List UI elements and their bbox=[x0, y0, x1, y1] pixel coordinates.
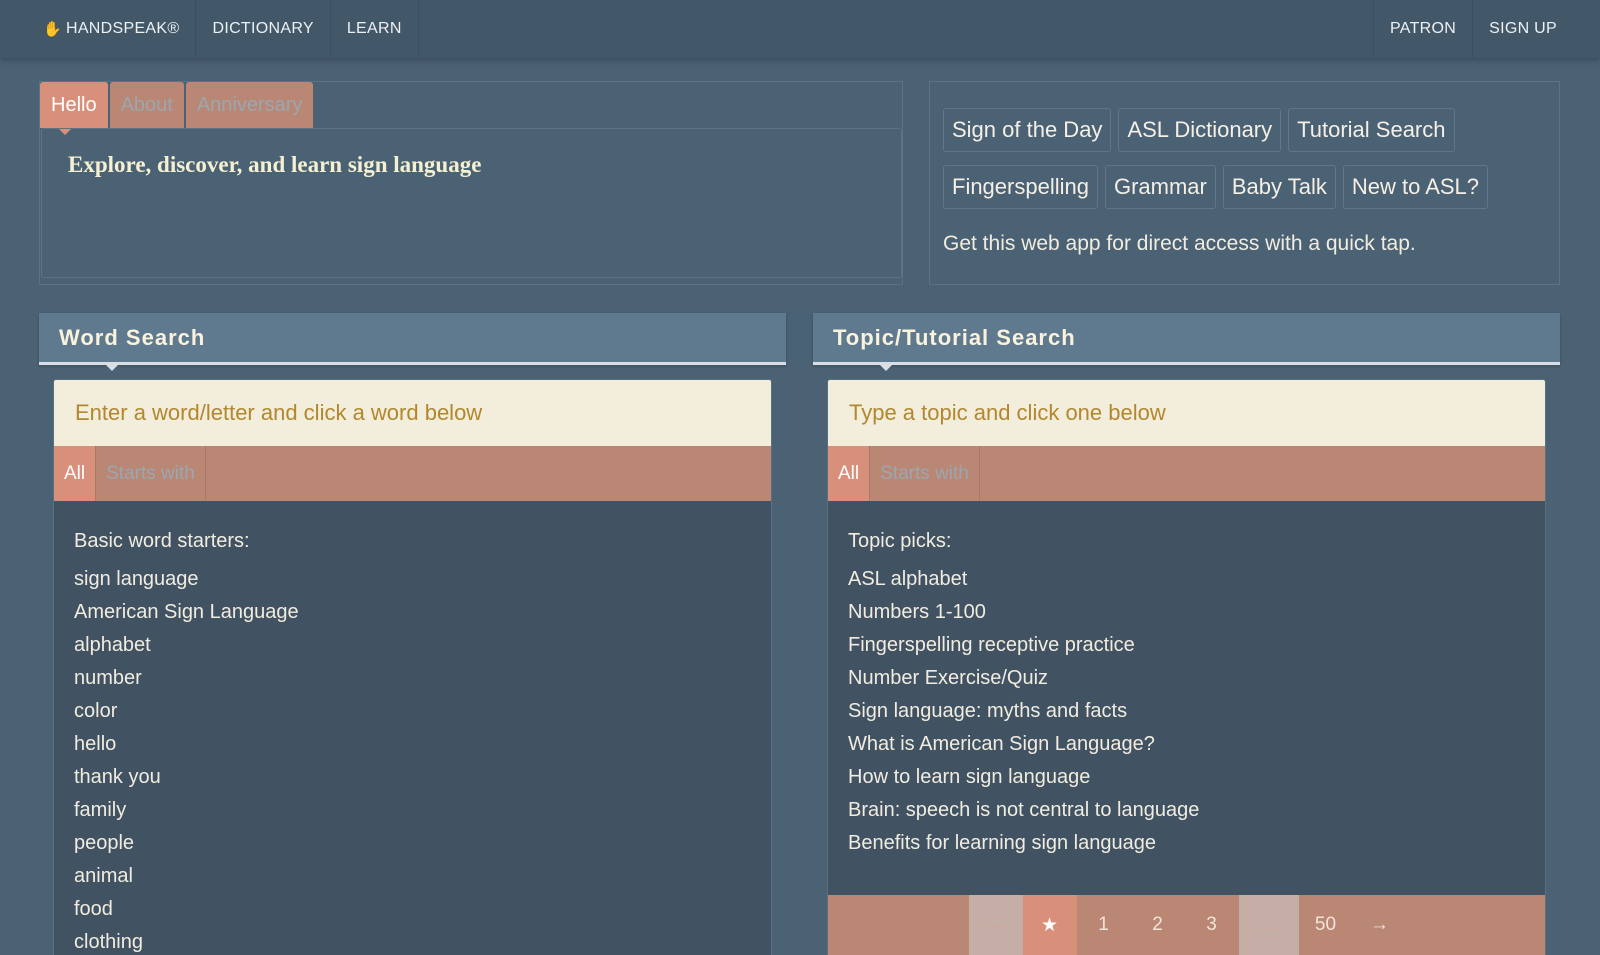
topic-list-heading: Topic picks: bbox=[848, 530, 952, 552]
topic-list: Topic picks: ASL alphabet Numbers 1-100 … bbox=[828, 501, 1545, 860]
tutorial-search-button[interactable]: Tutorial Search bbox=[1288, 108, 1455, 152]
word-search-input[interactable] bbox=[54, 380, 771, 446]
tab-hello[interactable]: Hello bbox=[40, 82, 108, 135]
page-1-button[interactable]: 1 bbox=[1077, 895, 1131, 955]
page-next-button[interactable]: → bbox=[1353, 895, 1407, 955]
nav-sign-up[interactable]: SIGN UP bbox=[1472, 0, 1573, 58]
list-item[interactable]: What is American Sign Language? bbox=[848, 728, 1525, 761]
nav-right: PATRON SIGN UP bbox=[1373, 0, 1600, 58]
topic-search-title: Topic/Tutorial Search bbox=[813, 313, 1560, 371]
web-app-note-text: for direct access with a quick tap. bbox=[1100, 232, 1416, 255]
hello-panel: Explore, discover, and learn sign langua… bbox=[41, 128, 902, 278]
list-item[interactable]: family bbox=[74, 794, 751, 827]
brand-link[interactable]: ✋ HANDSPEAK® bbox=[27, 0, 197, 58]
topic-search-input[interactable] bbox=[828, 380, 1545, 446]
list-item[interactable]: Sign language: myths and facts bbox=[848, 695, 1525, 728]
list-item[interactable]: Brain: speech is not central to language bbox=[848, 794, 1525, 827]
nav-dictionary[interactable]: DICTIONARY bbox=[196, 0, 331, 58]
nav-left: ✋ HANDSPEAK® DICTIONARY LEARN bbox=[0, 0, 419, 58]
page-2-button[interactable]: 2 bbox=[1131, 895, 1185, 955]
nav-patron[interactable]: PATRON bbox=[1373, 0, 1472, 58]
topic-search-body: All Starts with Topic picks: ASL alphabe… bbox=[827, 379, 1546, 955]
hello-tabs: Hello About Anniversary bbox=[40, 82, 315, 135]
hello-headline: Explore, discover, and learn sign langua… bbox=[68, 152, 482, 177]
hello-box: Hello About Anniversary Explore, discove… bbox=[39, 81, 903, 285]
topic-search-panel: Topic/Tutorial Search All Starts with To… bbox=[813, 313, 1560, 955]
list-item[interactable]: hello bbox=[74, 728, 751, 761]
list-item[interactable]: people bbox=[74, 827, 751, 860]
list-item[interactable]: American Sign Language bbox=[74, 596, 751, 629]
list-item[interactable]: ASL alphabet bbox=[848, 563, 1525, 596]
list-item[interactable]: clothing bbox=[74, 926, 751, 955]
quick-links-row-1: Sign of the Day ASL Dictionary Tutorial … bbox=[943, 108, 1462, 152]
list-item[interactable]: sign language bbox=[74, 563, 751, 596]
web-app-link[interactable]: Get this web app bbox=[943, 232, 1101, 255]
hand-icon: ✋ bbox=[43, 21, 62, 38]
top-nav: ✋ HANDSPEAK® DICTIONARY LEARN PATRON SIG… bbox=[0, 0, 1600, 58]
list-item[interactable]: Number Exercise/Quiz bbox=[848, 662, 1525, 695]
list-item[interactable]: alphabet bbox=[74, 629, 751, 662]
page-star-button[interactable]: ★ bbox=[1022, 895, 1077, 955]
fingerspelling-button[interactable]: Fingerspelling bbox=[943, 165, 1098, 209]
page-prev-button[interactable]: ← bbox=[968, 895, 1023, 955]
list-item[interactable]: Numbers 1-100 bbox=[848, 596, 1525, 629]
word-search-title: Word Search bbox=[39, 313, 786, 371]
tab-about[interactable]: About bbox=[109, 82, 184, 128]
topic-search-filters: All Starts with bbox=[828, 446, 1545, 501]
list-item[interactable]: Benefits for learning sign language bbox=[848, 827, 1525, 860]
page-ellipsis: ... bbox=[1238, 895, 1299, 955]
list-item[interactable]: color bbox=[74, 695, 751, 728]
topic-filter-starts-with[interactable]: Starts with bbox=[870, 446, 980, 501]
nav-learn[interactable]: LEARN bbox=[331, 0, 419, 58]
word-search-filters: All Starts with bbox=[54, 446, 771, 501]
topic-filter-all[interactable]: All bbox=[828, 446, 871, 501]
list-item[interactable]: Fingerspelling receptive practice bbox=[848, 629, 1525, 662]
word-filter-all[interactable]: All bbox=[54, 446, 97, 501]
list-item[interactable]: animal bbox=[74, 860, 751, 893]
page-50-button[interactable]: 50 bbox=[1299, 895, 1353, 955]
sign-of-the-day-button[interactable]: Sign of the Day bbox=[943, 108, 1112, 152]
topic-pagination: ← ★ 1 2 3 ... 50 → bbox=[828, 895, 1545, 955]
word-list: Basic word starters: sign language Ameri… bbox=[54, 501, 771, 955]
baby-talk-button[interactable]: Baby Talk bbox=[1222, 165, 1336, 209]
quick-links-box: Sign of the Day ASL Dictionary Tutorial … bbox=[929, 81, 1560, 285]
list-item[interactable]: thank you bbox=[74, 761, 751, 794]
word-search-panel: Word Search All Starts with Basic word s… bbox=[39, 313, 786, 955]
grammar-button[interactable]: Grammar bbox=[1104, 165, 1216, 209]
brand-label: HANDSPEAK® bbox=[65, 20, 180, 37]
word-list-heading: Basic word starters: bbox=[74, 530, 250, 552]
page-3-button[interactable]: 3 bbox=[1185, 895, 1239, 955]
quick-links-row-2: Fingerspelling Grammar Baby Talk New to … bbox=[943, 165, 1495, 209]
word-filter-starts-with[interactable]: Starts with bbox=[96, 446, 206, 501]
list-item[interactable]: How to learn sign language bbox=[848, 761, 1525, 794]
new-to-asl-button[interactable]: New to ASL? bbox=[1342, 165, 1489, 209]
web-app-note: Get this web app for direct access with … bbox=[943, 232, 1416, 256]
list-item[interactable]: food bbox=[74, 893, 751, 926]
list-item[interactable]: number bbox=[74, 662, 751, 695]
word-search-body: All Starts with Basic word starters: sig… bbox=[53, 379, 772, 955]
tab-anniversary[interactable]: Anniversary bbox=[185, 82, 314, 128]
asl-dictionary-button[interactable]: ASL Dictionary bbox=[1118, 108, 1282, 152]
